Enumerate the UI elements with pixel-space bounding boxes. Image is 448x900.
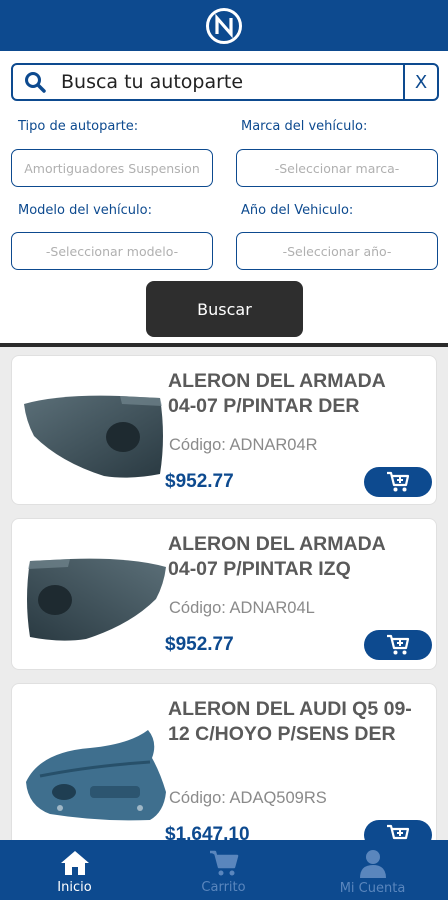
product-title[interactable]: ALERON DEL ARMADA 04-07 P/PINTAR DER	[168, 369, 418, 419]
add-to-cart-button[interactable]	[364, 630, 432, 660]
brand-label: Marca del vehículo:	[241, 119, 368, 134]
search-input[interactable]: Busca tu autoparte	[57, 71, 403, 93]
nav-cart-label: Carrito	[201, 880, 246, 895]
product-price: $952.77	[165, 471, 234, 492]
model-select[interactable]: -Seleccionar modelo-	[11, 232, 213, 270]
product-code: Código: ADNAR04L	[169, 599, 315, 617]
product-image	[26, 730, 166, 821]
search-bar[interactable]: Busca tu autoparte X	[11, 63, 439, 101]
app-header	[0, 0, 448, 51]
add-to-cart-button[interactable]	[364, 467, 432, 497]
add-to-cart-icon	[387, 471, 410, 492]
add-to-cart-icon	[387, 634, 410, 655]
nav-home-label: Inicio	[57, 880, 92, 895]
cart-icon	[209, 850, 238, 876]
nav-home[interactable]: Inicio	[0, 840, 149, 900]
add-to-cart-button[interactable]	[364, 820, 432, 840]
product-list[interactable]: ALERON DEL ARMADA 04-07 P/PINTAR DER Cód…	[0, 347, 448, 840]
add-to-cart-icon	[387, 824, 410, 840]
product-image	[27, 558, 166, 641]
clear-search-button[interactable]: X	[403, 65, 437, 99]
part-type-label: Tipo de autoparte:	[18, 119, 139, 134]
product-code: Código: ADNAR04R	[169, 436, 318, 454]
product-card[interactable]: ALERON DEL AUDI Q5 09-12 C/HOYO P/SENS D…	[11, 683, 437, 840]
nav-account[interactable]: Mi Cuenta	[298, 840, 447, 900]
nav-cart[interactable]: Carrito	[149, 840, 298, 900]
model-label: Modelo del vehículo:	[18, 203, 152, 218]
year-select[interactable]: -Seleccionar año-	[236, 232, 438, 270]
home-icon	[60, 851, 89, 875]
product-card[interactable]: ALERON DEL ARMADA 04-07 P/PINTAR DER Cód…	[11, 355, 437, 505]
product-card[interactable]: ALERON DEL ARMADA 04-07 P/PINTAR IZQ Cód…	[11, 518, 437, 670]
brand-select[interactable]: -Seleccionar marca-	[236, 149, 438, 187]
product-title[interactable]: ALERON DEL AUDI Q5 09-12 C/HOYO P/SENS D…	[168, 697, 418, 747]
product-price: $1,647.10	[165, 824, 250, 840]
product-code: Código: ADAQ509RS	[169, 789, 327, 807]
user-icon	[359, 850, 386, 878]
product-title[interactable]: ALERON DEL ARMADA 04-07 P/PINTAR IZQ	[168, 532, 418, 582]
search-icon[interactable]	[13, 65, 57, 99]
year-label: Año del Vehiculo:	[241, 203, 354, 218]
product-price: $952.77	[165, 634, 234, 655]
brand-logo	[206, 7, 242, 44]
nav-account-label: Mi Cuenta	[339, 881, 406, 896]
part-type-select[interactable]: Amortiguadores Suspension	[11, 149, 213, 187]
product-image	[24, 395, 163, 478]
bottom-navigation: Inicio Carrito Mi Cuenta	[0, 840, 448, 900]
search-button[interactable]: Buscar	[146, 281, 303, 337]
